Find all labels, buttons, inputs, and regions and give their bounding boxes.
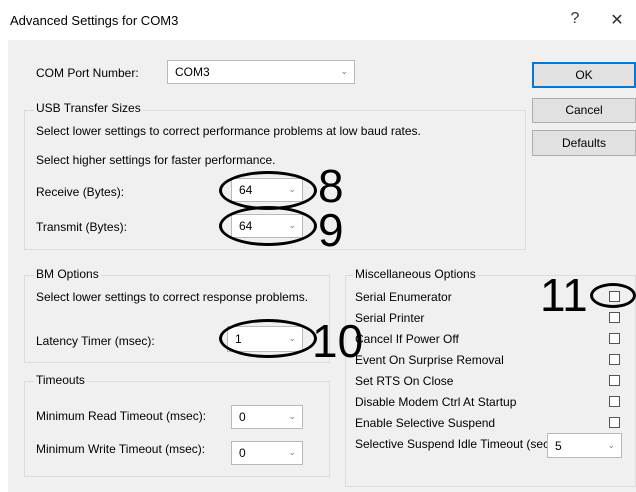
annotation-circle-serial-enumerator (590, 283, 636, 308)
suspend-timeout-label: Selective Suspend Idle Timeout (secs): (355, 437, 563, 451)
annotation-circle-receive (219, 171, 317, 210)
misc-options-legend: Miscellaneous Options (353, 267, 478, 281)
option-set-rts-on-close-checkbox[interactable] (609, 375, 620, 386)
com-port-label: COM Port Number: (36, 66, 139, 80)
transmit-label: Transmit (Bytes): (36, 220, 127, 234)
bm-description: Select lower settings to correct respons… (36, 290, 309, 304)
help-button[interactable]: ? (563, 10, 587, 28)
option-serial-printer-label: Serial Printer (355, 311, 425, 325)
chevron-down-icon: ⌄ (340, 65, 348, 76)
cancel-button[interactable]: Cancel (532, 98, 636, 123)
chevron-down-icon: ⌄ (607, 439, 615, 450)
option-enable-selective-suspend-label: Enable Selective Suspend (355, 416, 496, 430)
option-cancel-if-power-off-checkbox[interactable] (609, 333, 620, 344)
window-title: Advanced Settings for COM3 (10, 13, 179, 28)
annotation-number-9: 9 (318, 204, 344, 256)
read-timeout-value: 0 (239, 410, 246, 424)
usb-description-high: Select higher settings for faster perfor… (36, 153, 276, 167)
option-disable-modem-ctrl-checkbox[interactable] (609, 396, 620, 407)
com-port-select[interactable]: COM3 ⌄ (167, 60, 355, 84)
com-port-value: COM3 (175, 65, 210, 79)
usb-description-low: Select lower settings to correct perform… (36, 124, 421, 138)
bm-options-legend: BM Options (34, 267, 101, 281)
read-timeout-label: Minimum Read Timeout (msec): (36, 409, 207, 423)
option-cancel-if-power-off-label: Cancel If Power Off (355, 332, 459, 346)
annotation-circle-transmit (219, 206, 317, 246)
suspend-timeout-select[interactable]: 5 ⌄ (547, 433, 622, 458)
option-disable-modem-ctrl-label: Disable Modem Ctrl At Startup (355, 395, 517, 409)
option-serial-printer-checkbox[interactable] (609, 312, 620, 323)
latency-label: Latency Timer (msec): (36, 334, 155, 348)
suspend-timeout-value: 5 (555, 438, 562, 453)
close-button[interactable]: ✕ (605, 10, 629, 30)
annotation-number-10: 10 (312, 315, 364, 367)
option-event-on-surprise-removal-label: Event On Surprise Removal (355, 353, 504, 367)
write-timeout-select[interactable]: 0 ⌄ (231, 441, 303, 465)
option-event-on-surprise-removal-checkbox[interactable] (609, 354, 620, 365)
annotation-circle-latency (219, 319, 317, 358)
write-timeout-value: 0 (239, 446, 246, 460)
option-serial-enumerator-label: Serial Enumerator (355, 290, 452, 304)
timeouts-legend: Timeouts (34, 373, 87, 387)
chevron-down-icon: ⌄ (288, 410, 296, 421)
chevron-down-icon: ⌄ (288, 446, 296, 457)
annotation-number-8: 8 (318, 160, 344, 212)
read-timeout-select[interactable]: 0 ⌄ (231, 405, 303, 429)
option-set-rts-on-close-label: Set RTS On Close (355, 374, 454, 388)
defaults-button[interactable]: Defaults (532, 130, 636, 156)
ok-button[interactable]: OK (532, 62, 636, 88)
write-timeout-label: Minimum Write Timeout (msec): (36, 442, 206, 456)
receive-label: Receive (Bytes): (36, 185, 125, 199)
annotation-number-11: 11 (540, 269, 588, 321)
title-bar: Advanced Settings for COM3 ? ✕ (0, 0, 636, 40)
usb-transfer-legend: USB Transfer Sizes (34, 101, 143, 115)
option-enable-selective-suspend-checkbox[interactable] (609, 417, 620, 428)
